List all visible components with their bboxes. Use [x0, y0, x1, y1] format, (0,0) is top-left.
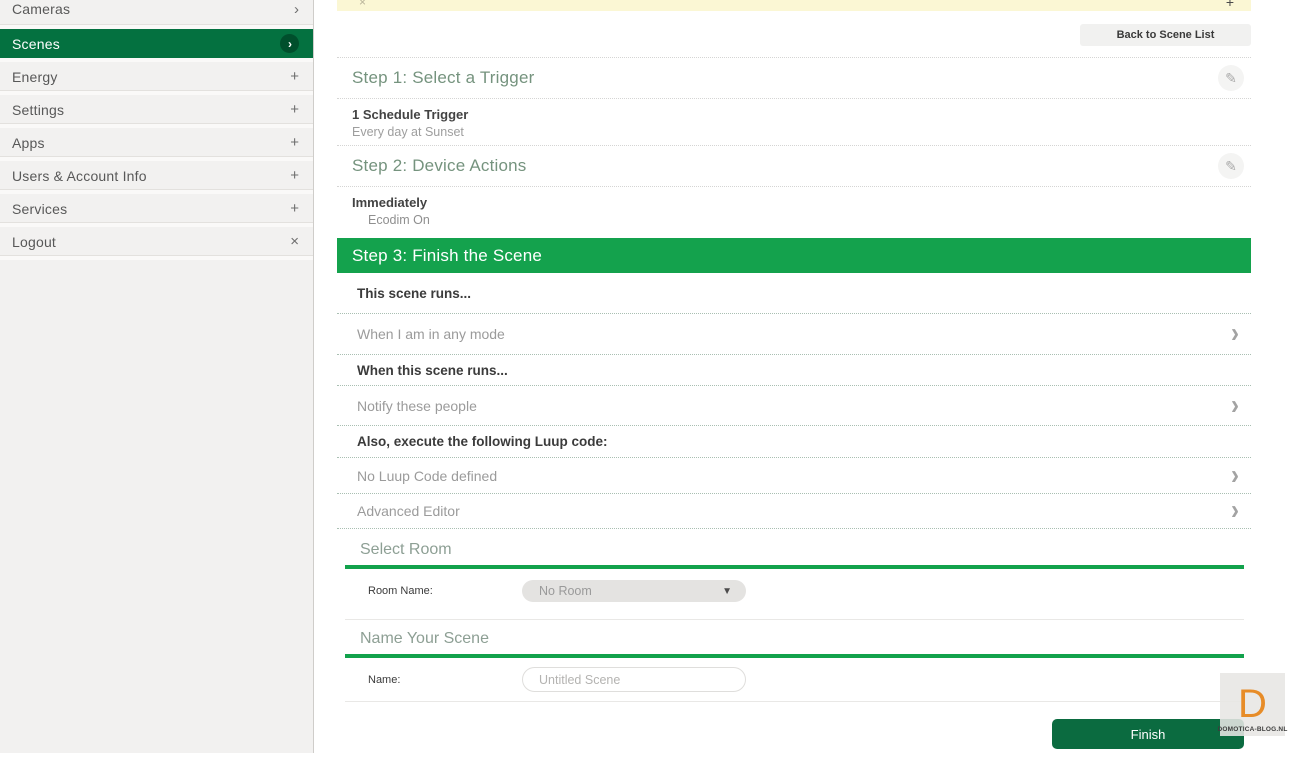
- step1-title: Step 1: Select a Trigger: [352, 68, 1218, 88]
- scene-name-input[interactable]: [522, 667, 746, 692]
- pencil-icon: ✎: [1225, 158, 1237, 175]
- notify-people-label: Notify these people: [357, 398, 1231, 414]
- advanced-editor-label: Advanced Editor: [357, 503, 1231, 519]
- scene-editor-panel: × + Back to Scene List Step 1: Select a …: [337, 0, 1251, 765]
- sidebar-item-settings[interactable]: Settings +: [0, 95, 313, 128]
- notify-people-row[interactable]: Notify these people ›: [337, 385, 1251, 425]
- sidebar-item-apps[interactable]: Apps +: [0, 128, 313, 161]
- scene-runs-label-row: This scene runs...: [337, 273, 1251, 313]
- step1-header: Step 1: Select a Trigger ✎: [337, 58, 1251, 98]
- luup-code-value: No Luup Code defined: [357, 468, 1231, 484]
- plus-icon: +: [290, 69, 299, 84]
- green-rule: [345, 565, 1244, 569]
- sidebar-item-scenes[interactable]: Scenes ›: [0, 29, 313, 62]
- sidebar-item-services[interactable]: Services +: [0, 194, 313, 227]
- actions-subtitle: Ecodim On: [352, 213, 1251, 227]
- footer: Finish: [337, 702, 1251, 765]
- sidebar: Cameras › Scenes › Energy + Settings + A…: [0, 0, 314, 753]
- select-room-heading: Select Room: [337, 529, 1251, 559]
- sidebar-item-logout[interactable]: Logout ×: [0, 227, 313, 260]
- chevron-right-icon: ›: [294, 2, 299, 17]
- name-form-row: Name:: [337, 667, 1251, 692]
- edit-step1-button[interactable]: ✎: [1218, 65, 1244, 91]
- finish-button[interactable]: Finish: [1052, 719, 1244, 749]
- sidebar-item-users-account-info[interactable]: Users & Account Info +: [0, 161, 313, 194]
- notification-banner: × +: [337, 0, 1251, 11]
- when-scene-runs-label: When this scene runs...: [357, 363, 508, 378]
- sidebar-item-cameras[interactable]: Cameras ›: [0, 0, 313, 29]
- edit-step2-button[interactable]: ✎: [1218, 153, 1244, 179]
- chevron-right-icon: ›: [1231, 320, 1239, 348]
- chevron-right-icon: ›: [1231, 462, 1239, 490]
- mode-selector-row[interactable]: When I am in any mode ›: [337, 313, 1251, 354]
- divider: [345, 619, 1244, 620]
- sidebar-item-label: Energy: [12, 69, 290, 85]
- plus-icon: +: [290, 135, 299, 150]
- step2-header: Step 2: Device Actions ✎: [337, 146, 1251, 186]
- sidebar-item-label: Scenes: [12, 36, 280, 52]
- mode-selector-label: When I am in any mode: [357, 326, 1231, 342]
- plus-icon: +: [290, 201, 299, 216]
- luup-code-label: Also, execute the following Luup code:: [357, 434, 608, 449]
- when-scene-runs-label-row: When this scene runs...: [337, 354, 1251, 385]
- room-select[interactable]: No Room ▼: [522, 580, 746, 602]
- step3-header: Step 3: Finish the Scene: [337, 238, 1251, 273]
- plus-icon: +: [290, 102, 299, 117]
- room-form-row: Room Name: No Room ▼: [337, 580, 1251, 602]
- sidebar-item-energy[interactable]: Energy +: [0, 62, 313, 95]
- back-row: Back to Scene List: [337, 24, 1251, 46]
- room-select-value: No Room: [539, 584, 722, 598]
- actions-title: Immediately: [352, 195, 1251, 210]
- green-rule: [345, 654, 1244, 658]
- watermark-text: DOMOTICA-BLOG.NL: [1218, 726, 1288, 736]
- luup-code-row[interactable]: No Luup Code defined ›: [337, 457, 1251, 493]
- chevron-right-icon: ›: [1231, 497, 1239, 525]
- sidebar-item-label: Apps: [12, 135, 290, 151]
- chevron-right-circle-icon: ›: [280, 34, 299, 53]
- watermark-letter: D: [1238, 682, 1267, 726]
- sidebar-item-label: Settings: [12, 102, 290, 118]
- actions-summary: Immediately Ecodim On: [337, 187, 1251, 238]
- plus-icon: +: [290, 168, 299, 183]
- close-icon: ×: [290, 234, 299, 249]
- scene-runs-label: This scene runs...: [357, 286, 471, 301]
- room-name-label: Room Name:: [368, 585, 522, 597]
- pencil-icon: ✎: [1225, 70, 1237, 87]
- domotica-blog-watermark: D DOMOTICA-BLOG.NL: [1220, 673, 1285, 736]
- sidebar-item-label: Users & Account Info: [12, 168, 290, 184]
- sidebar-item-label: Logout: [12, 234, 290, 250]
- trigger-summary: 1 Schedule Trigger Every day at Sunset: [337, 99, 1251, 145]
- chevron-right-icon: ›: [1231, 392, 1239, 420]
- banner-glyph-left: ×: [359, 0, 366, 9]
- sidebar-item-label: Cameras: [12, 1, 294, 17]
- luup-code-label-row: Also, execute the following Luup code:: [337, 425, 1251, 457]
- dropdown-arrow-icon: ▼: [722, 586, 732, 597]
- scene-name-label: Name:: [368, 674, 522, 686]
- back-to-scene-list-button[interactable]: Back to Scene List: [1080, 24, 1251, 46]
- step2-title: Step 2: Device Actions: [352, 156, 1218, 176]
- banner-glyph-right: +: [1226, 0, 1234, 10]
- trigger-subtitle: Every day at Sunset: [352, 125, 1251, 139]
- trigger-title: 1 Schedule Trigger: [352, 107, 1251, 122]
- name-scene-heading: Name Your Scene: [337, 630, 1251, 648]
- advanced-editor-row[interactable]: Advanced Editor ›: [337, 493, 1251, 529]
- sidebar-item-label: Services: [12, 201, 290, 217]
